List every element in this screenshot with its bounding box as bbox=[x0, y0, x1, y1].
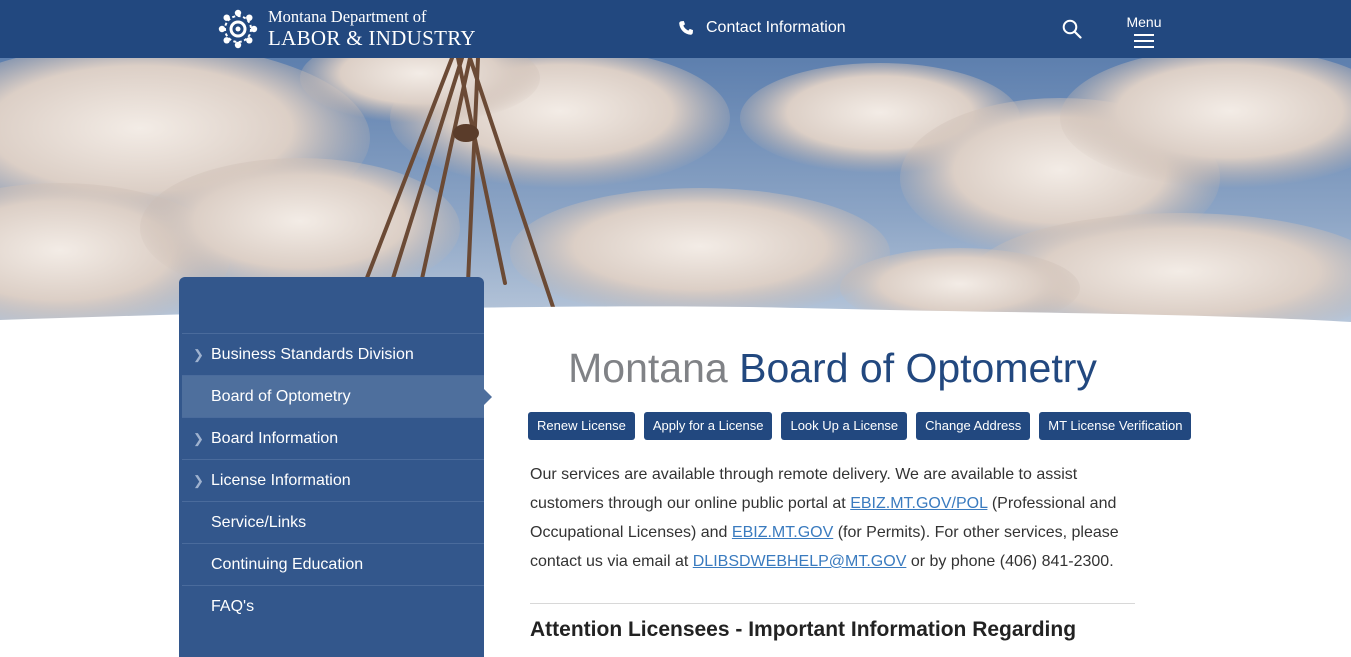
email-link[interactable]: DLIBSDWEBHELP@MT.GOV bbox=[693, 553, 907, 570]
phone-icon bbox=[679, 21, 693, 35]
sidebar-item-service-links[interactable]: Service/Links bbox=[182, 501, 484, 543]
sidebar-item-label: FAQ's bbox=[211, 598, 255, 615]
menu-button[interactable]: Menu bbox=[1124, 14, 1164, 48]
logo-wordmark: Montana Department of LABOR & INDUSTRY bbox=[268, 9, 476, 49]
chevron-right-icon: ❯ bbox=[193, 473, 204, 488]
sidebar-item-label: Board Information bbox=[211, 430, 339, 447]
mt-license-verification-button[interactable]: MT License Verification bbox=[1039, 412, 1192, 440]
attention-heading: Attention Licensees - Important Informat… bbox=[530, 618, 1077, 641]
contact-information-link[interactable]: Contact Information bbox=[678, 19, 846, 37]
sidebar-item-label: Board of Optometry bbox=[211, 388, 351, 405]
sidebar-item-label: Service/Links bbox=[211, 514, 307, 531]
quick-action-buttons: Renew License Apply for a License Look U… bbox=[528, 412, 1192, 440]
sidebar-navigation: ❯ Business Standards Division Board of O… bbox=[179, 277, 492, 657]
chevron-right-icon: ❯ bbox=[193, 347, 204, 362]
site-logo[interactable]: Montana Department of LABOR & INDUSTRY bbox=[216, 6, 476, 52]
logo-line-1: Montana Department of bbox=[268, 7, 427, 27]
top-navigation-bar: Montana Department of LABOR & INDUSTRY C… bbox=[0, 0, 1351, 58]
sidebar-item-board-of-optometry[interactable]: Board of Optometry bbox=[182, 375, 492, 417]
sidebar-item-board-information[interactable]: ❯ Board Information bbox=[182, 417, 484, 459]
sidebar-item-faqs[interactable]: FAQ's bbox=[182, 585, 484, 627]
look-up-license-button[interactable]: Look Up a License bbox=[781, 412, 908, 440]
sidebar-item-label: License Information bbox=[211, 472, 351, 489]
page-title-part-1: Montana bbox=[568, 345, 728, 391]
search-icon[interactable] bbox=[1062, 19, 1082, 39]
intro-text-4: or by phone (406) 841-2300. bbox=[906, 553, 1114, 570]
sidebar-list: ❯ Business Standards Division Board of O… bbox=[182, 333, 492, 627]
intro-paragraph: Our services are available through remot… bbox=[530, 460, 1142, 576]
hamburger-icon bbox=[1134, 34, 1154, 48]
ebiz-pol-link[interactable]: EBIZ.MT.GOV/POL bbox=[850, 495, 987, 512]
menu-label: Menu bbox=[1126, 14, 1162, 30]
sidebar-item-label: Business Standards Division bbox=[211, 346, 414, 363]
logo-line-2: LABOR & INDUSTRY bbox=[268, 25, 476, 50]
sidebar-item-label: Continuing Education bbox=[211, 556, 364, 573]
ebiz-link[interactable]: EBIZ.MT.GOV bbox=[732, 524, 833, 541]
chevron-right-icon: ❯ bbox=[193, 431, 204, 446]
sidebar-item-continuing-education[interactable]: Continuing Education bbox=[182, 543, 484, 585]
apply-for-license-button[interactable]: Apply for a License bbox=[643, 412, 773, 440]
contact-label: Contact Information bbox=[706, 19, 846, 36]
sidebar-item-license-information[interactable]: ❯ License Information bbox=[182, 459, 484, 501]
renew-license-button[interactable]: Renew License bbox=[528, 412, 635, 440]
page-title: Montana Board of Optometry bbox=[530, 344, 1135, 392]
page-title-part-2: Board of Optometry bbox=[739, 345, 1097, 391]
star-seal-logo-icon bbox=[218, 9, 258, 49]
change-address-button[interactable]: Change Address bbox=[916, 412, 1031, 440]
sidebar-item-business-standards-division[interactable]: ❯ Business Standards Division bbox=[182, 333, 484, 375]
content-divider bbox=[530, 603, 1135, 604]
